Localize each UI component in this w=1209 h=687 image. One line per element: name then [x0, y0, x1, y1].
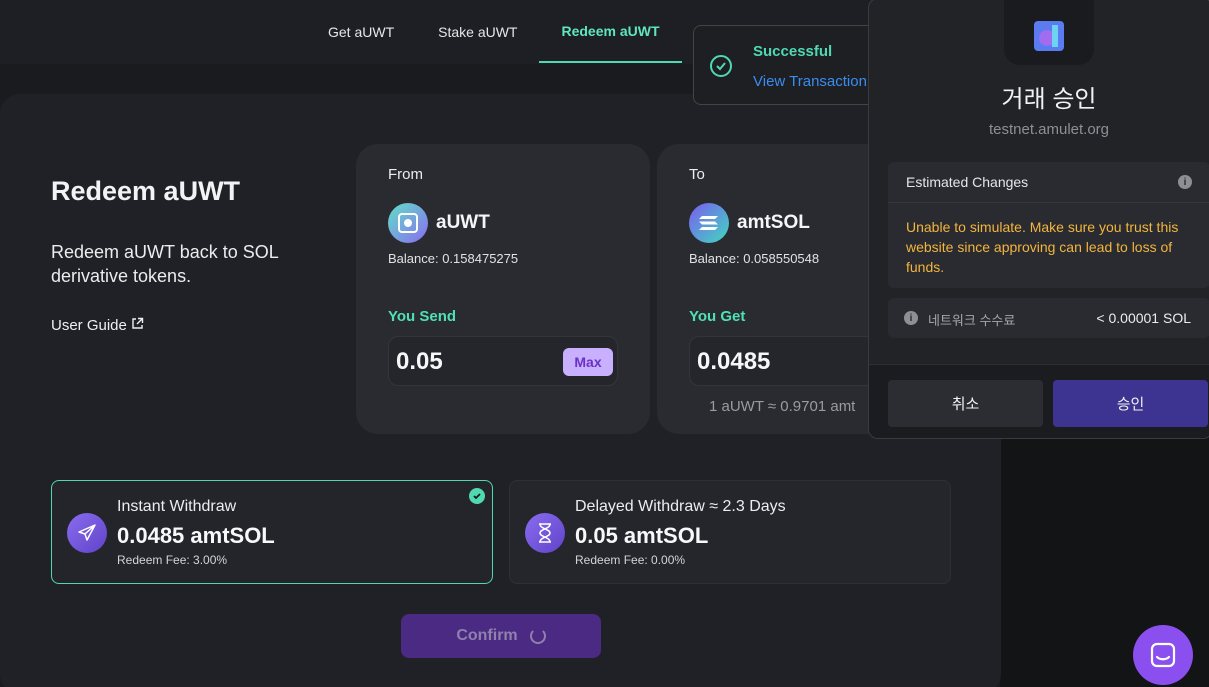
hourglass-icon [525, 513, 565, 553]
page-title: Redeem aUWT [51, 176, 241, 206]
app-logo-icon [1004, 0, 1094, 65]
info-icon[interactable]: i [1178, 175, 1192, 189]
warning-text: Unable to simulate. Make sure you trust … [906, 219, 1179, 275]
wallet-approval-popup: 거래 승인 testnet.amulet.org Estimated Chang… [868, 0, 1209, 439]
tab-redeem-auwt[interactable]: Redeem aUWT [539, 0, 682, 63]
check-circle-icon [710, 55, 732, 77]
exchange-rate: 1 aUWT ≈ 0.9701 amt [709, 398, 856, 415]
send-amount-value: 0.05 [396, 348, 443, 375]
simulation-warning: Unable to simulate. Make sure you trust … [888, 202, 1209, 288]
delayed-withdraw-title: Delayed Withdraw ≈ 2.3 Days [575, 498, 786, 515]
network-fee-row: i 네트워크 수수료 < 0.00001 SOL [888, 298, 1209, 338]
user-guide-link[interactable]: User Guide [51, 317, 144, 334]
to-token: amtSOL [689, 203, 810, 243]
chat-support-button[interactable] [1133, 625, 1193, 685]
estimated-changes-panel: Estimated Changes i Unable to simulate. … [888, 162, 1209, 288]
delayed-withdraw-amount: 0.05 amtSOL [575, 523, 709, 548]
to-token-name: amtSOL [737, 212, 810, 233]
approve-button[interactable]: 승인 [1053, 380, 1208, 427]
you-send-label: You Send [388, 308, 457, 325]
you-get-label: You Get [689, 308, 746, 325]
confirm-button[interactable]: Confirm [401, 614, 601, 658]
auwt-token-icon [388, 203, 428, 243]
fee-info-icon: i [904, 311, 918, 325]
to-label: To [689, 166, 705, 183]
tab-stake-auwt[interactable]: Stake aUWT [416, 0, 539, 64]
approval-heading: 거래 승인 [1001, 86, 1097, 113]
to-balance: Balance: 0.058550548 [689, 251, 820, 266]
amtsol-token-icon [689, 203, 729, 243]
requesting-site: testnet.amulet.org [988, 121, 1110, 138]
send-amount-input[interactable]: 0.05 Max [388, 336, 618, 386]
get-amount-value: 0.0485 [697, 348, 771, 375]
from-label: From [388, 166, 423, 183]
from-token-name: aUWT [436, 212, 490, 233]
wallet-footer: 취소 승인 [869, 364, 1209, 438]
max-button[interactable]: Max [563, 348, 613, 376]
paper-plane-icon [67, 513, 107, 553]
delayed-withdraw-fee: Redeem Fee: 0.00% [575, 553, 686, 567]
instant-withdraw-amount: 0.0485 amtSOL [117, 523, 275, 548]
delayed-withdraw-option[interactable]: Delayed Withdraw ≈ 2.3 Days 0.05 amtSOL … [509, 480, 951, 584]
instant-withdraw-option[interactable]: Instant Withdraw 0.0485 amtSOL Redeem Fe… [51, 480, 493, 584]
from-card: From aUWT Balance: 0.158475275 You Send … [356, 144, 650, 434]
network-fee-value: < 0.00001 SOL [1096, 310, 1191, 326]
instant-withdraw-fee: Redeem Fee: 3.00% [117, 553, 228, 567]
confirm-label: Confirm [456, 627, 518, 644]
from-balance: Balance: 0.158475275 [388, 251, 519, 266]
chat-icon [1150, 642, 1176, 668]
user-guide-label: User Guide [51, 317, 127, 334]
loading-spinner-icon [529, 628, 546, 644]
toast-title: Successful [753, 43, 833, 60]
from-token: aUWT [388, 203, 490, 243]
nav-tabs: Get aUWT Stake aUWT Redeem aUWT [306, 0, 682, 64]
selected-check-icon [469, 488, 485, 504]
view-transaction-link[interactable]: View Transaction [753, 73, 867, 90]
instant-withdraw-title: Instant Withdraw [117, 498, 237, 515]
external-link-icon [131, 317, 144, 334]
cancel-button[interactable]: 취소 [888, 380, 1043, 427]
tab-get-auwt[interactable]: Get aUWT [306, 0, 416, 64]
page-subtitle: Redeem aUWT back to SOL derivative token… [51, 242, 279, 286]
network-fee-label: 네트워크 수수료 [928, 313, 1016, 328]
estimated-changes-title: Estimated Changes [906, 174, 1029, 190]
